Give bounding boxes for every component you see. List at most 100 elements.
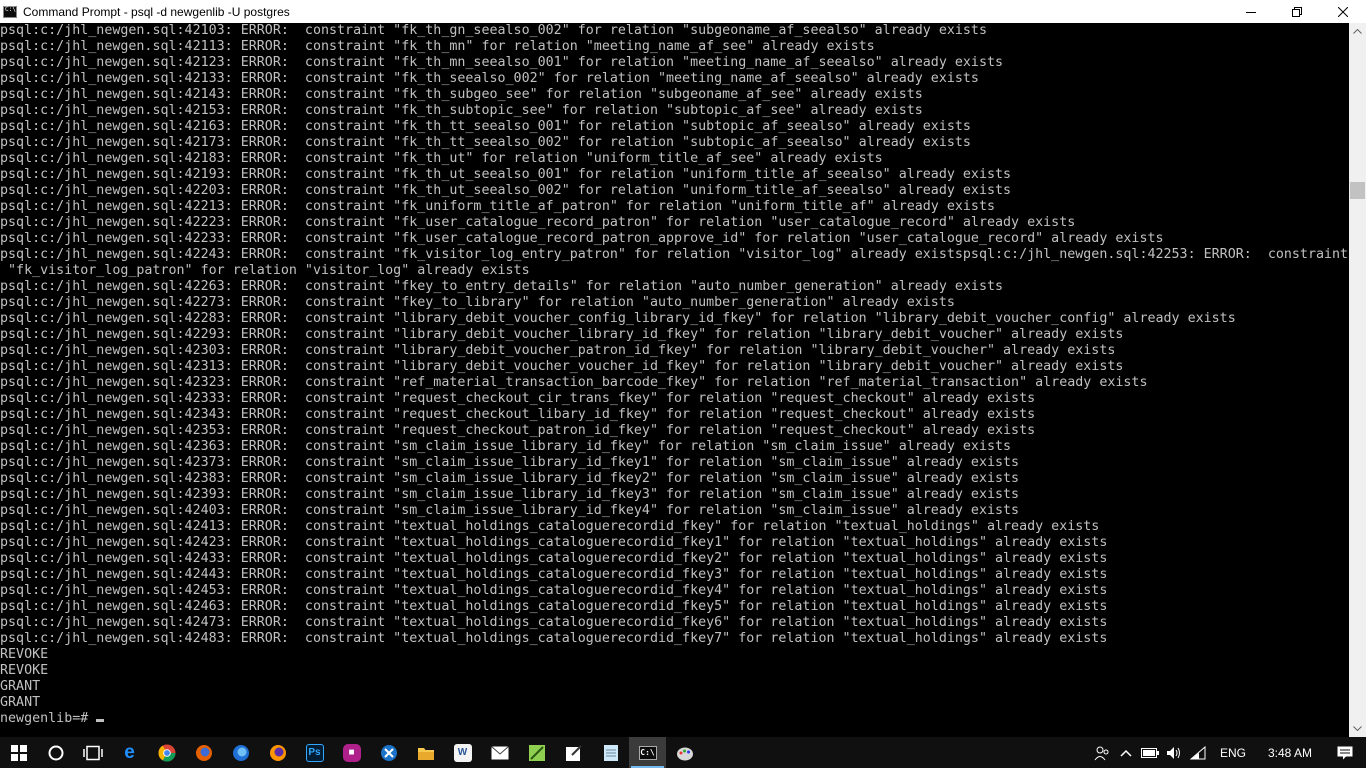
wifi-button[interactable]	[1186, 737, 1210, 768]
console-line: psql:c:/jhl_newgen.sql:42443: ERROR: con…	[0, 567, 1108, 582]
show-hidden-icons-button[interactable]	[1114, 737, 1138, 768]
task-view-button[interactable]	[74, 737, 111, 768]
battery-icon	[1140, 747, 1159, 758]
taskbar-app-sticky-notes[interactable]	[555, 737, 592, 768]
console-line: psql:c:/jhl_newgen.sql:42163: ERROR: con…	[0, 119, 971, 134]
scroll-up-arrow-icon	[1353, 29, 1362, 34]
console-line: psql:c:/jhl_newgen.sql:42373: ERROR: con…	[0, 455, 1020, 470]
start-button[interactable]	[0, 737, 37, 768]
close-button[interactable]	[1320, 0, 1366, 23]
console-line: psql:c:/jhl_newgen.sql:42233: ERROR: con…	[0, 231, 1164, 246]
taskbar-app-media[interactable]: ■	[333, 737, 370, 768]
close-icon	[1338, 6, 1348, 17]
console-line: REVOKE	[0, 647, 49, 662]
cmd-window-icon[interactable]	[3, 5, 17, 18]
console-line: psql:c:/jhl_newgen.sql:42393: ERROR: con…	[0, 487, 1020, 502]
chrome-icon	[158, 744, 175, 761]
maximize-button[interactable]	[1274, 0, 1320, 23]
console-line: psql:c:/jhl_newgen.sql:42473: ERROR: con…	[0, 615, 1108, 630]
cmd-icon: C:\	[638, 745, 657, 760]
photoshop-icon: Ps	[305, 743, 324, 762]
cortana-button[interactable]	[37, 737, 74, 768]
taskbar-app-notepadpp[interactable]	[518, 737, 555, 768]
taskbar-app-notepad[interactable]	[592, 737, 629, 768]
word-icon: W	[453, 743, 472, 762]
vertical-scrollbar[interactable]	[1349, 23, 1366, 737]
taskbar-app-mail[interactable]	[481, 737, 518, 768]
window-title: Command Prompt - psql -d newgenlib -U po…	[23, 4, 290, 19]
taskbar-app-firefox-nightly[interactable]	[185, 737, 222, 768]
console-line: psql:c:/jhl_newgen.sql:42143: ERROR: con…	[0, 87, 923, 102]
command-prompt-text: newgenlib=#	[0, 711, 89, 726]
action-center-button[interactable]	[1324, 737, 1366, 768]
console-line: psql:c:/jhl_newgen.sql:42153: ERROR: con…	[0, 103, 923, 118]
console-line: psql:c:/jhl_newgen.sql:42183: ERROR: con…	[0, 151, 883, 166]
prompt-line[interactable]: newgenlib=#	[0, 711, 1349, 727]
scrollbar-thumb[interactable]	[1350, 182, 1365, 199]
taskbar-app-paint[interactable]	[666, 737, 703, 768]
cortana-circle-icon	[48, 745, 63, 760]
volume-button[interactable]	[1162, 737, 1186, 768]
battery-button[interactable]	[1138, 737, 1162, 768]
console-line: psql:c:/jhl_newgen.sql:42363: ERROR: con…	[0, 439, 1012, 454]
language-indicator[interactable]: ENG	[1210, 746, 1256, 760]
console-line: psql:c:/jhl_newgen.sql:42403: ERROR: con…	[0, 503, 1020, 518]
console-line: psql:c:/jhl_newgen.sql:42273: ERROR: con…	[0, 295, 955, 310]
scroll-up-button[interactable]	[1349, 23, 1366, 40]
volume-icon	[1166, 746, 1180, 759]
title-bar[interactable]: Command Prompt - psql -d newgenlib -U po…	[0, 0, 1366, 23]
taskbar-app-edge[interactable]: e	[111, 737, 148, 768]
taskbar-app-tool-x[interactable]	[370, 737, 407, 768]
firefox-icon	[269, 744, 286, 761]
system-tray: ENG 3:48 AM	[1090, 737, 1366, 768]
taskbar: e Ps ■ W C:\ ENG 3:48 AM	[0, 737, 1366, 768]
console-line: GRANT	[0, 695, 41, 710]
media-app-icon: ■	[342, 743, 361, 762]
x-tool-icon	[380, 744, 397, 761]
console-line: psql:c:/jhl_newgen.sql:42463: ERROR: con…	[0, 599, 1108, 614]
console-line: psql:c:/jhl_newgen.sql:42423: ERROR: con…	[0, 535, 1108, 550]
people-button[interactable]	[1090, 737, 1114, 768]
console-text: psql:c:/jhl_newgen.sql:42103: ERROR: con…	[0, 23, 1349, 711]
console-line: psql:c:/jhl_newgen.sql:42313: ERROR: con…	[0, 359, 1124, 374]
task-view-icon	[82, 745, 103, 760]
minimize-icon	[1246, 11, 1256, 13]
console-line: psql:c:/jhl_newgen.sql:42263: ERROR: con…	[0, 279, 1004, 294]
console-line: psql:c:/jhl_newgen.sql:42243: ERROR: con…	[0, 247, 1349, 262]
console-line: psql:c:/jhl_newgen.sql:42293: ERROR: con…	[0, 327, 1124, 342]
chevron-up-icon	[1120, 749, 1132, 757]
sticky-notes-icon	[565, 744, 582, 761]
console-line: psql:c:/jhl_newgen.sql:42483: ERROR: con…	[0, 631, 1108, 646]
taskbar-app-firefox[interactable]	[259, 737, 296, 768]
taskbar-app-command-prompt[interactable]: C:\	[629, 737, 666, 768]
console-line: psql:c:/jhl_newgen.sql:42353: ERROR: con…	[0, 423, 1036, 438]
notepad-icon	[603, 744, 618, 761]
scroll-down-button[interactable]	[1349, 720, 1366, 737]
taskbar-app-photoshop[interactable]: Ps	[296, 737, 333, 768]
console-output[interactable]: psql:c:/jhl_newgen.sql:42103: ERROR: con…	[0, 23, 1349, 737]
edge-icon: e	[124, 741, 135, 763]
windows-logo-icon	[10, 744, 27, 761]
console-line: psql:c:/jhl_newgen.sql:42103: ERROR: con…	[0, 23, 987, 38]
window-controls	[1228, 0, 1366, 23]
console-line: psql:c:/jhl_newgen.sql:42123: ERROR: con…	[0, 55, 1004, 70]
wifi-icon	[1189, 745, 1206, 759]
console-line: psql:c:/jhl_newgen.sql:42433: ERROR: con…	[0, 551, 1108, 566]
console-line: psql:c:/jhl_newgen.sql:42323: ERROR: con…	[0, 375, 1148, 390]
taskbar-app-word[interactable]: W	[444, 737, 481, 768]
folder-icon	[417, 747, 434, 760]
console-line: REVOKE	[0, 663, 49, 678]
text-cursor	[96, 719, 105, 722]
paint-icon	[676, 747, 693, 760]
taskbar-app-firefox-developer[interactable]	[222, 737, 259, 768]
console-line: psql:c:/jhl_newgen.sql:42133: ERROR: con…	[0, 71, 979, 86]
console-line: psql:c:/jhl_newgen.sql:42193: ERROR: con…	[0, 167, 1012, 182]
console-line: psql:c:/jhl_newgen.sql:42113: ERROR: con…	[0, 39, 875, 54]
console-line: psql:c:/jhl_newgen.sql:42173: ERROR: con…	[0, 135, 971, 150]
minimize-button[interactable]	[1228, 0, 1274, 23]
firefox-nightly-icon	[195, 744, 212, 761]
taskbar-app-file-explorer[interactable]	[407, 737, 444, 768]
firefox-developer-icon	[232, 744, 249, 761]
taskbar-app-chrome[interactable]	[148, 737, 185, 768]
clock[interactable]: 3:48 AM	[1256, 746, 1324, 760]
